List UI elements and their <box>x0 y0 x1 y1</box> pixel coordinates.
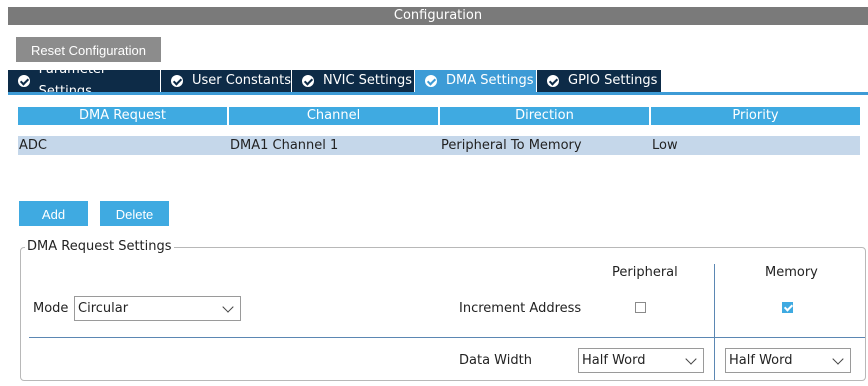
cell-channel: DMA1 Channel 1 <box>230 138 339 153</box>
peripheral-increment-checkbox[interactable] <box>635 302 646 313</box>
memory-data-width-value: Half Word <box>729 353 793 368</box>
row-divider <box>29 337 865 338</box>
delete-button[interactable]: Delete <box>100 201 169 226</box>
tab-gpio-settings[interactable]: GPIO Settings <box>537 70 662 92</box>
tab-bar: Parameter Settings User Constants NVIC S… <box>8 62 868 99</box>
mode-select[interactable]: Circular <box>74 296 241 321</box>
tab-label: Parameter Settings <box>38 62 107 99</box>
peripheral-data-width-select[interactable]: Half Word <box>578 348 704 373</box>
chevron-down-icon <box>222 301 234 313</box>
increment-address-label: Increment Address <box>459 301 582 316</box>
tab-label: DMA Settings <box>446 73 534 88</box>
chevron-down-icon <box>832 353 844 365</box>
memory-header: Memory <box>765 265 818 280</box>
cell-priority: Low <box>652 138 678 153</box>
check-circle-icon <box>18 75 30 87</box>
table-row[interactable]: ADC DMA1 Channel 1 Peripheral To Memory … <box>18 136 860 155</box>
mode-label: Mode <box>33 301 69 316</box>
tab-user-constants[interactable]: User Constants <box>161 70 292 92</box>
column-header-priority[interactable]: Priority <box>651 107 860 125</box>
peripheral-header: Peripheral <box>612 265 678 280</box>
tab-nvic-settings[interactable]: NVIC Settings <box>292 70 415 92</box>
tab-label: User Constants <box>192 73 291 88</box>
group-title: DMA Request Settings <box>25 239 174 254</box>
check-circle-icon <box>425 75 437 87</box>
tab-underline <box>8 92 868 95</box>
check-circle-icon <box>547 75 559 87</box>
column-divider <box>714 264 715 380</box>
peripheral-data-width-value: Half Word <box>582 353 646 368</box>
config-title: Configuration <box>8 7 868 25</box>
mode-select-value: Circular <box>78 301 129 316</box>
tab-parameter-settings[interactable]: Parameter Settings <box>8 62 161 99</box>
memory-increment-checkbox[interactable] <box>782 302 793 313</box>
cell-dma-request: ADC <box>19 138 47 153</box>
check-circle-icon <box>171 75 183 87</box>
column-header-dma-request[interactable]: DMA Request <box>18 107 227 125</box>
column-header-direction[interactable]: Direction <box>440 107 649 125</box>
add-button[interactable]: Add <box>19 201 88 226</box>
column-header-channel[interactable]: Channel <box>229 107 438 125</box>
tab-label: NVIC Settings <box>323 73 412 88</box>
tab-label: GPIO Settings <box>568 73 658 88</box>
data-width-label: Data Width <box>459 353 532 368</box>
check-circle-icon <box>302 75 314 87</box>
title-bar: Configuration <box>0 0 868 27</box>
cell-direction: Peripheral To Memory <box>441 138 582 153</box>
chevron-down-icon <box>685 353 697 365</box>
memory-data-width-select[interactable]: Half Word <box>725 348 851 373</box>
tab-dma-settings[interactable]: DMA Settings <box>415 70 537 92</box>
